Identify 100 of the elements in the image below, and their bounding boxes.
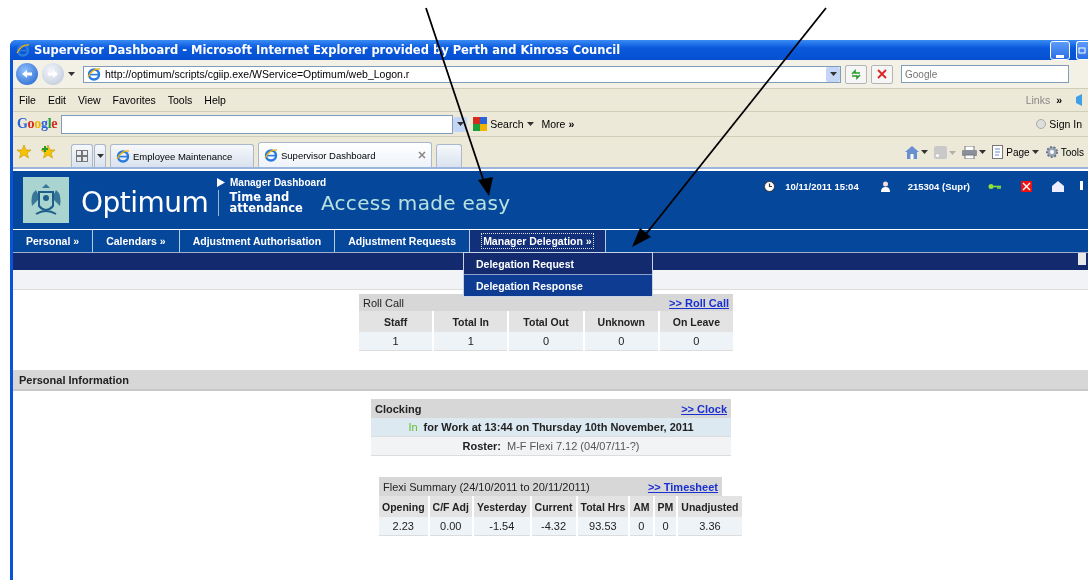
google-logo: Google [17,116,58,132]
house-icon [905,145,920,159]
table-cell: -1.54 [472,517,531,536]
user-id: 215304 (Supr) [907,180,970,192]
back-button[interactable] [16,63,38,85]
section-title: Personal Information [19,373,130,386]
column-header: AM [629,496,654,517]
column-header: Current [530,496,577,517]
minimize-button[interactable] [1050,40,1070,60]
home-icon[interactable] [1052,180,1064,192]
menu-item[interactable]: View [78,94,101,106]
column-header: Opening [379,496,429,517]
browser-tab[interactable]: Employee Maintenance [110,144,254,167]
nav-tab[interactable]: Manager Delegation » [470,230,606,252]
play-icon [217,178,225,187]
column-header: PM [653,496,678,517]
minimize-icon [1056,54,1064,59]
status-text: In [408,421,418,433]
caret-icon[interactable] [1031,149,1039,155]
column-header: Staff [359,311,434,332]
restore-button[interactable] [1076,40,1088,60]
roster-label: Roster: [462,440,501,452]
nav-tab[interactable]: Adjustment Authorisation [179,230,336,252]
caret-icon[interactable] [68,71,75,77]
ie-logo-icon [16,43,30,57]
menu-item[interactable]: Delegation Response [464,275,652,296]
menu-item[interactable]: File [19,94,36,106]
feed-icon [934,145,948,159]
clock-link[interactable]: >> Clock [681,402,727,415]
clock-icon [764,180,776,192]
menu-item[interactable]: Edit [47,94,66,106]
page-icon [1078,253,1086,265]
column-header: Total In [433,311,509,332]
home-button[interactable] [905,145,929,159]
more-button[interactable]: More » [539,118,577,130]
table-cell: 93.53 [576,517,630,536]
arrow-right-icon [47,69,59,79]
panel-title: Flexi Summary (24/10/2011 to 20/11/2011) [383,480,590,493]
table-cell: 0 [583,332,659,351]
add-favorite-icon[interactable] [41,145,55,159]
page-menu[interactable]: Page [992,145,1039,159]
column-header: Total Hrs [576,496,630,517]
url-text: http://optimum/scripts/cgiip.exe/WService=Optimum/web_Logon.r [105,68,411,80]
caret-icon[interactable] [526,121,534,127]
ie-logo-icon [87,67,101,81]
menu-item[interactable]: Favorites [112,94,156,106]
table-cell: -4.32 [530,517,577,536]
ie-logo-icon [264,148,278,162]
address-field[interactable]: http://optimum/scripts/cgiip.exe/WService=Optimum/web_Logon.r [83,65,841,83]
caret-icon[interactable] [456,121,464,127]
table-cell: 0 [658,332,733,351]
column-header: On Leave [658,311,733,332]
browser-tab[interactable]: Supervisor Dashboard [258,142,432,167]
settings-icon [1044,145,1059,159]
google-search-field[interactable] [61,114,454,134]
refresh-button[interactable] [845,64,867,84]
print-button[interactable] [962,145,987,159]
caret-icon[interactable] [979,149,987,155]
refresh-icon [850,68,862,80]
key-icon[interactable] [988,182,1001,190]
caret-icon[interactable] [96,153,104,159]
nav-tab[interactable]: Calendars » [93,230,180,252]
star-icon[interactable] [17,145,31,159]
stop-button[interactable] [871,64,893,84]
date-time: 10/11/2011 15:04 [785,180,859,192]
circle-icon [1036,119,1047,129]
caret-icon[interactable] [829,71,837,77]
table-cell: 0.00 [428,517,473,536]
breadcrumb[interactable]: Manager Dashboard [230,177,327,188]
arrow-left-icon [21,69,33,79]
menu-item[interactable]: Tools [167,94,193,106]
dropdown-button[interactable] [826,66,840,82]
ie-logo-icon [116,149,130,163]
column-header: Total Out [508,311,584,332]
gem-icon [1074,94,1082,106]
tools-menu[interactable]: Tools [1044,145,1084,159]
column-header: Yesterday [472,496,531,517]
table-cell: 0 [629,517,654,536]
restore-icon [1078,46,1087,54]
search-button[interactable]: Search [471,117,536,131]
roll-call-link[interactable]: >> Roll Call [669,296,729,309]
table-cell: 3.36 [677,517,742,536]
tab-list-button[interactable] [94,144,106,167]
person-icon [880,180,890,192]
menu-item[interactable]: Delegation Request [464,253,652,275]
table-cell: 0 [653,517,678,536]
table-cell: 2.23 [379,517,429,536]
menu-item[interactable]: Help [204,94,226,106]
table-cell: 1 [359,332,434,351]
panel-title: Clocking [375,402,422,415]
caret-icon[interactable] [921,149,929,155]
grid-icon [76,150,88,162]
search-field[interactable]: Google [901,65,1069,83]
nav-tab[interactable]: Personal » [13,230,94,252]
stop-icon [877,69,887,79]
sign-in-button[interactable]: Sign In [1034,118,1084,130]
quick-tabs-button[interactable] [71,144,93,167]
timesheet-link[interactable]: >> Timesheet [647,480,718,493]
roster-value: M-F Flexi 7.12 (04/07/11-?) [507,440,640,452]
chevron[interactable]: » [1056,94,1062,106]
